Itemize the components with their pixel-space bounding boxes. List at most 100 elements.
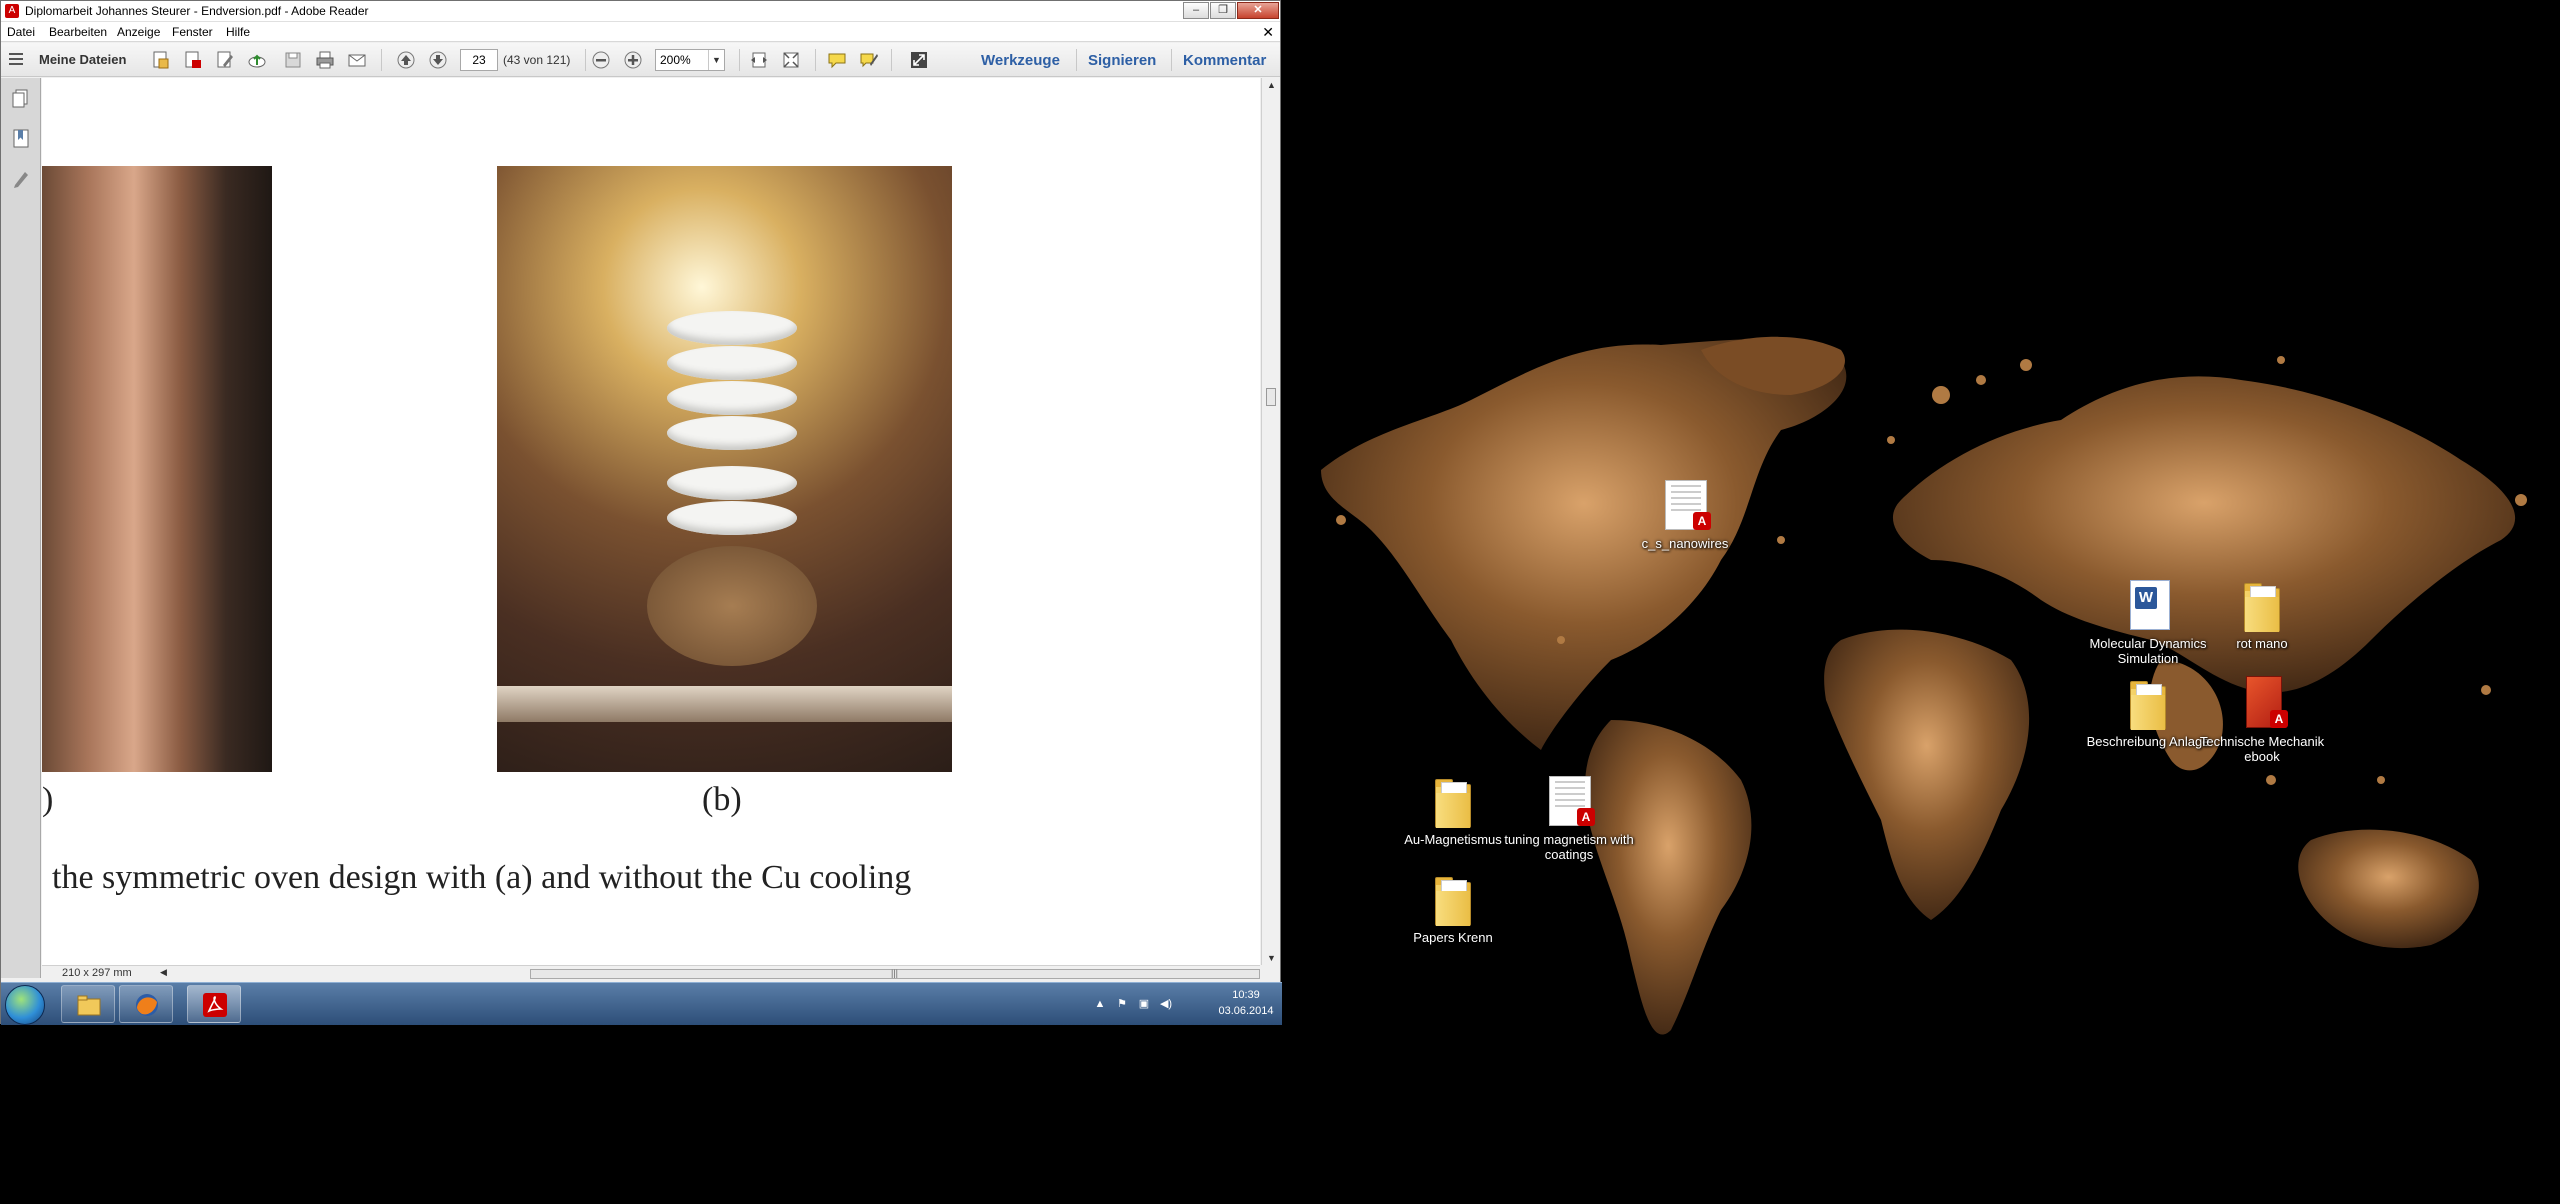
desktop-icon-label: Au-Magnetismus xyxy=(1404,832,1502,847)
title-bar[interactable]: A Diplomarbeit Johannes Steurer - Endver… xyxy=(1,1,1280,22)
fullscreen-icon[interactable] xyxy=(781,50,801,70)
zoom-in-icon[interactable] xyxy=(623,50,643,70)
network-icon[interactable]: ▣ xyxy=(1137,997,1151,1011)
close-document-icon[interactable]: ✕ xyxy=(1262,24,1274,41)
action-center-flag-icon[interactable]: ⚑ xyxy=(1115,997,1129,1011)
taskbar-explorer[interactable] xyxy=(61,985,115,1023)
ceramic-coil-segment xyxy=(667,311,797,345)
folder-icon xyxy=(1425,872,1481,928)
toolbar-separator xyxy=(1171,49,1172,71)
my-files-button[interactable]: Meine Dateien xyxy=(39,52,126,67)
menu-datei[interactable]: Datei xyxy=(7,25,35,39)
toolbar-separator xyxy=(381,49,382,71)
status-bar: 210 x 297 mm ◀ ||| xyxy=(42,965,1260,981)
desktop-icon-label: Molecular Dynamics Simulation xyxy=(2089,636,2207,666)
figure-b-photo xyxy=(497,166,952,772)
desktop-icon-label: c_s_nanowires xyxy=(1641,536,1729,551)
word-file-icon: W xyxy=(2120,578,2176,634)
ceramic-coil-segment xyxy=(667,381,797,415)
start-button[interactable] xyxy=(5,985,45,1025)
desktop-icon-label: tuning magnetism with coatings xyxy=(1504,832,1634,862)
cloud-upload-icon[interactable] xyxy=(247,50,267,70)
fit-width-icon[interactable] xyxy=(749,50,769,70)
taskbar-adobe-reader[interactable] xyxy=(187,985,241,1023)
pdf-file-icon: A xyxy=(1541,774,1597,830)
tools-pane-button[interactable]: Werkzeuge xyxy=(981,52,1060,69)
menu-icon[interactable] xyxy=(9,53,23,65)
show-hidden-icons-icon[interactable]: ▲ xyxy=(1093,997,1107,1011)
zoom-out-icon[interactable] xyxy=(591,50,611,70)
print-icon[interactable] xyxy=(315,50,335,70)
page-thumbnails-icon[interactable] xyxy=(11,88,31,110)
read-mode-icon[interactable] xyxy=(909,50,929,70)
document-view[interactable]: ) (b) the symmetric oven design with (a)… xyxy=(42,78,1260,965)
folder-icon xyxy=(1425,774,1481,830)
highlight-icon[interactable] xyxy=(859,50,879,70)
page-number-input[interactable] xyxy=(460,49,498,71)
folder-icon xyxy=(2120,676,2176,732)
chevron-down-icon[interactable]: ▼ xyxy=(708,50,724,70)
subfigure-label-a: ) xyxy=(42,781,54,818)
vertical-scrollbar[interactable]: ▲ ▼ xyxy=(1261,78,1280,965)
desktop-icon-papers-krenn[interactable]: Papers Krenn xyxy=(1388,872,1518,945)
zoom-select[interactable]: 200% ▼ xyxy=(655,49,725,71)
previous-page-icon[interactable] xyxy=(396,50,416,70)
email-icon[interactable] xyxy=(347,50,367,70)
desktop-icon-molecular-dynamics[interactable]: W Molecular Dynamics Simulation xyxy=(2083,578,2213,666)
desktop-icon-technische-mechanik[interactable]: A Technische Mechanik ebook xyxy=(2197,676,2327,764)
zoom-value: 200% xyxy=(660,53,691,67)
page-count-label: (43 von 121) xyxy=(503,53,571,67)
taskbar-firefox[interactable] xyxy=(119,985,173,1023)
menu-bar: Datei Bearbeiten Anzeige Fenster Hilfe ✕ xyxy=(1,22,1280,42)
menu-fenster[interactable]: Fenster xyxy=(172,25,213,39)
minimize-button[interactable]: – xyxy=(1183,2,1209,19)
menu-hilfe[interactable]: Hilfe xyxy=(226,25,250,39)
screen: A c_s_nanowires W Molecular Dynamics Sim… xyxy=(0,0,2560,1204)
signatures-icon[interactable] xyxy=(11,168,31,190)
system-tray: ▲ ⚑ ▣ ◀) 10:39 03.06.2014 xyxy=(1091,983,1281,1026)
desktop-icon-tuning-magnetism[interactable]: A tuning magnetism with coatings xyxy=(1504,774,1634,862)
metal-bar xyxy=(497,686,952,722)
desktop-icon-rot-mano[interactable]: rot mano xyxy=(2197,578,2327,651)
clock-date[interactable]: 03.06.2014 xyxy=(1211,1005,1281,1017)
page-size-label: 210 x 297 mm xyxy=(62,967,132,979)
scroll-down-icon[interactable]: ▼ xyxy=(1267,953,1276,963)
firefox-icon xyxy=(134,992,160,1018)
clock-time[interactable]: 10:39 xyxy=(1211,989,1281,1001)
menu-anzeige[interactable]: Anzeige xyxy=(117,25,160,39)
base-plate xyxy=(647,546,817,666)
desktop-icon-label: rot mano xyxy=(2236,636,2288,651)
horizontal-scroll-thumb[interactable]: ||| xyxy=(530,968,1260,979)
menu-bearbeiten[interactable]: Bearbeiten xyxy=(49,25,107,39)
volume-icon[interactable]: ◀) xyxy=(1159,997,1173,1011)
pdf-file-icon: A xyxy=(1657,478,1713,534)
pdf-book-icon: A xyxy=(2234,676,2290,732)
next-page-icon[interactable] xyxy=(428,50,448,70)
desktop-icon-label: Beschreibung Anlage xyxy=(2086,734,2210,749)
scroll-left-icon[interactable]: ◀ xyxy=(160,967,167,978)
edit-pdf-icon[interactable] xyxy=(215,50,235,70)
figure-caption: the symmetric oven design with (a) and w… xyxy=(52,859,912,896)
subfigure-label-b: (b) xyxy=(702,781,742,818)
toolbar-separator xyxy=(1076,49,1077,71)
figure-a-photo xyxy=(42,166,272,772)
desktop-icon-beschreibung-anlage[interactable]: Beschreibung Anlage xyxy=(2083,676,2213,749)
comment-bubble-icon[interactable] xyxy=(827,50,847,70)
desktop-icon-au-magnetismus[interactable]: Au-Magnetismus xyxy=(1388,774,1518,847)
toolbar-separator xyxy=(891,49,892,71)
open-file-icon[interactable] xyxy=(151,50,171,70)
world-map-wallpaper xyxy=(1321,336,2527,1035)
close-window-button[interactable]: ✕ xyxy=(1237,2,1279,19)
comment-pane-button[interactable]: Kommentar xyxy=(1183,52,1266,69)
scroll-up-icon[interactable]: ▲ xyxy=(1267,80,1276,90)
desktop-icon-c-s-nanowires[interactable]: A c_s_nanowires xyxy=(1620,478,1750,551)
ceramic-coil-segment xyxy=(667,466,797,500)
save-icon[interactable] xyxy=(283,50,303,70)
bookmarks-icon[interactable] xyxy=(11,128,31,150)
sign-pane-button[interactable]: Signieren xyxy=(1088,52,1156,69)
create-pdf-icon[interactable] xyxy=(183,50,203,70)
grip-icon: ||| xyxy=(891,968,899,978)
maximize-button[interactable]: ❐ xyxy=(1210,2,1236,19)
toolbar-separator xyxy=(739,49,740,71)
vertical-scroll-thumb[interactable] xyxy=(1266,388,1276,406)
